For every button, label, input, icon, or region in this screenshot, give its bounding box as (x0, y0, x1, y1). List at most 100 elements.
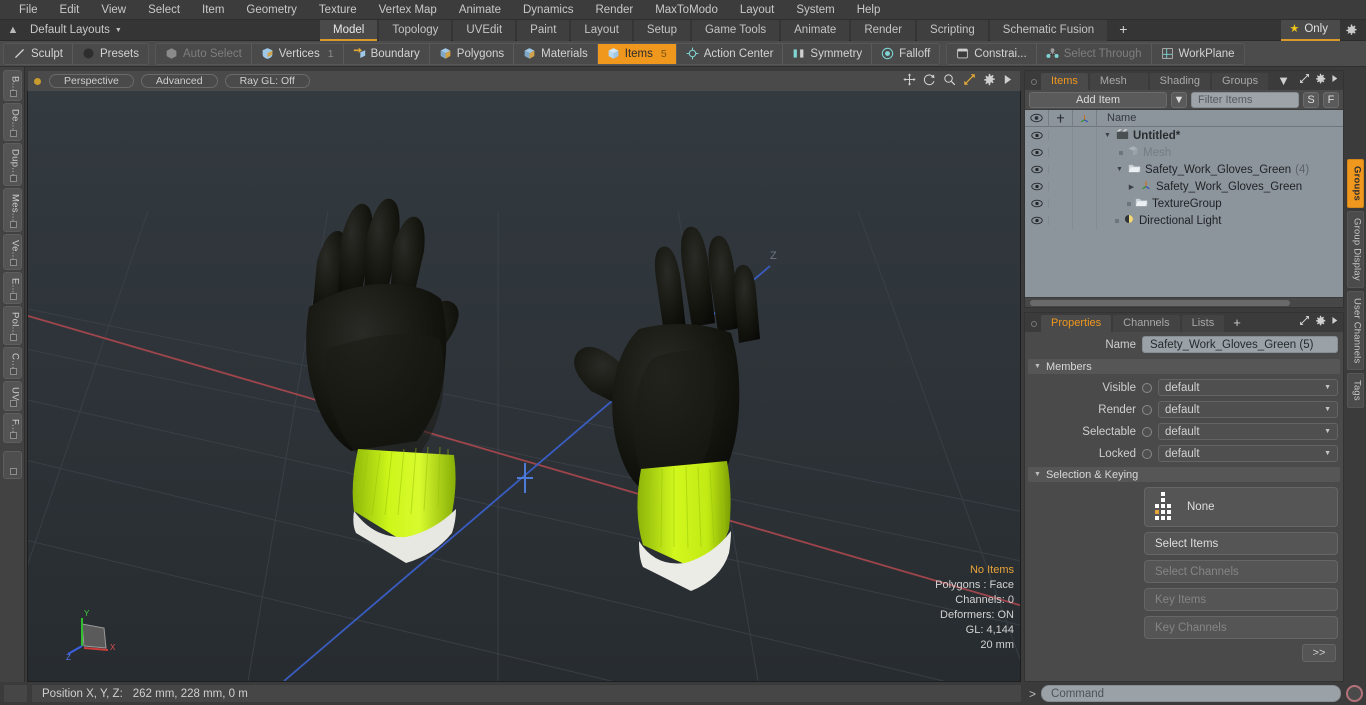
toolbar-action-center[interactable]: Action Center (676, 43, 784, 64)
gear-icon[interactable] (983, 73, 996, 89)
tab-paint[interactable]: Paint (517, 19, 570, 41)
gear-icon[interactable] (1340, 20, 1362, 41)
name-input[interactable]: Safety_Work_Gloves_Green (5) (1142, 336, 1338, 353)
gear-icon[interactable] (1315, 315, 1326, 329)
menu-item-maxtomodo[interactable]: MaxToModo (644, 0, 729, 20)
record-macro-button[interactable] (1346, 685, 1363, 702)
menu-item-render[interactable]: Render (584, 0, 644, 20)
visible-radio[interactable] (1142, 382, 1152, 393)
add-tab-button[interactable]: + (1109, 20, 1137, 41)
axis-cell[interactable] (1073, 212, 1097, 229)
command-input[interactable]: Command (1041, 685, 1341, 702)
left-tab-fusion[interactable]: F... (2, 413, 22, 443)
toolbar-auto-select[interactable]: Auto Select (155, 43, 252, 64)
panel-tab-groups[interactable]: Groups (1212, 73, 1269, 90)
twirl-down-icon[interactable]: ▼ (1103, 132, 1112, 139)
visibility-toggle[interactable] (1025, 131, 1049, 140)
selection-mode-dropdown[interactable]: None (1144, 487, 1338, 527)
menu-item-view[interactable]: View (90, 0, 137, 20)
render-radio[interactable] (1142, 404, 1152, 415)
menu-item-animate[interactable]: Animate (448, 0, 512, 20)
visibility-toggle[interactable] (1025, 165, 1049, 174)
filter-s-button[interactable]: S (1303, 91, 1319, 108)
toolbar-vertices[interactable]: Vertices 1 (251, 43, 344, 64)
panel-tab-properties[interactable]: Properties (1041, 315, 1112, 332)
panel-tab-mesh[interactable]: Mesh ... (1089, 73, 1148, 103)
chevron-down-icon[interactable]: ▼ (115, 27, 122, 34)
menu-item-edit[interactable]: Edit (49, 0, 91, 20)
filter-items-input[interactable]: Filter Items (1191, 91, 1299, 108)
axis-cell[interactable] (1073, 195, 1097, 212)
twirl-right-icon[interactable]: ▶ (1127, 183, 1136, 191)
lock-cell[interactable] (1049, 212, 1073, 229)
filter-f-button[interactable]: F (1323, 91, 1339, 108)
menu-item-item[interactable]: Item (191, 0, 235, 20)
twirl-down-icon[interactable]: ▼ (1115, 166, 1124, 173)
toolbar-workplane[interactable]: WorkPlane (1151, 43, 1244, 64)
axis-cell[interactable] (1073, 127, 1097, 144)
left-tab-polygon[interactable]: Pol... (2, 305, 22, 346)
toolbar-falloff[interactable]: Falloff (872, 43, 940, 64)
panel-tab-lists[interactable]: Lists (1181, 315, 1225, 332)
more-options-button[interactable]: >> (1302, 644, 1336, 662)
left-tab-uv[interactable]: UV (2, 381, 22, 412)
panel-tabs-overflow-icon[interactable]: ▼ (1270, 73, 1297, 90)
panel-tab-items[interactable]: Items (1041, 73, 1088, 90)
menu-item-geometry[interactable]: Geometry (235, 0, 308, 20)
tab-animate[interactable]: Animate (781, 19, 850, 41)
axis-cell[interactable] (1073, 144, 1097, 161)
tree-row-directional-light[interactable]: Directional Light (1025, 212, 1343, 229)
visible-dropdown[interactable]: default ▼ (1158, 379, 1338, 396)
axis-cell[interactable] (1073, 178, 1097, 195)
toolbar-symmetry[interactable]: Symmetry (783, 43, 873, 64)
viewport-view-mode[interactable]: Perspective (49, 74, 134, 88)
toolbar-constraints[interactable]: Constrai... (947, 43, 1037, 64)
magnify-icon[interactable] (943, 73, 956, 89)
left-tab-vertex[interactable]: Ve... (2, 233, 22, 271)
lock-cell[interactable] (1049, 161, 1073, 178)
add-properties-tab-button[interactable]: + (1226, 315, 1248, 332)
menu-item-texture[interactable]: Texture (308, 0, 368, 20)
viewport-menu-dot-icon[interactable] (34, 77, 41, 85)
layout-selector[interactable]: ▲ Default Layouts ▼ (0, 24, 320, 36)
left-tab-curve[interactable]: C... (2, 347, 22, 380)
left-tab-edge[interactable]: E... (2, 272, 22, 304)
fit-icon[interactable] (963, 73, 976, 89)
axis-cell[interactable] (1073, 161, 1097, 178)
panel-menu-dot-icon[interactable] (1031, 79, 1037, 85)
members-section-header[interactable]: ▼ Members (1028, 359, 1340, 374)
rotate-icon[interactable] (923, 73, 936, 89)
left-tab-extra[interactable] (2, 450, 22, 479)
left-tab-mesh[interactable]: Mes... (2, 188, 22, 232)
items-tree[interactable]: ▼ Untitled* Mesh ▼ Safety_Work_Gloves_Gr… (1025, 127, 1343, 307)
visibility-toggle[interactable] (1025, 216, 1049, 225)
status-left-box[interactable] (3, 684, 28, 703)
select-items-button[interactable]: Select Items (1144, 532, 1338, 555)
panel-tab-channels[interactable]: Channels (1113, 315, 1180, 332)
column-axis-icon[interactable] (1073, 109, 1097, 127)
expand-icon[interactable] (1299, 315, 1310, 329)
menu-item-help[interactable]: Help (846, 0, 892, 20)
visibility-toggle[interactable] (1025, 199, 1049, 208)
visibility-toggle[interactable] (1025, 148, 1049, 157)
selection-keying-section-header[interactable]: ▼ Selection & Keying (1028, 467, 1340, 482)
toolbar-select-through[interactable]: Select Through (1036, 43, 1152, 64)
lock-cell[interactable] (1049, 178, 1073, 195)
tree-row-locator[interactable]: ▶ Safety_Work_Gloves_Green (1025, 178, 1343, 195)
left-tab-deform[interactable]: De... (2, 103, 22, 142)
viewport-3d[interactable]: Z No Items Polygons: Face Channels: 0 D… (27, 91, 1021, 682)
toolbar-items[interactable]: Items 5 (597, 43, 677, 64)
play-arrow-icon[interactable] (1003, 74, 1012, 88)
lock-cell[interactable] (1049, 195, 1073, 212)
viewport-raygl-toggle[interactable]: Ray GL: Off (224, 74, 310, 88)
column-lock-icon[interactable] (1049, 109, 1073, 127)
tree-row-mesh[interactable]: Mesh (1025, 144, 1343, 161)
toolbar-materials[interactable]: Materials (514, 43, 598, 64)
selectable-radio[interactable] (1142, 426, 1152, 437)
menu-item-vertex-map[interactable]: Vertex Map (368, 0, 448, 20)
column-visibility-icon[interactable] (1025, 109, 1049, 127)
right-tab-group-display[interactable]: Group Display (1346, 210, 1364, 288)
locked-dropdown[interactable]: default ▼ (1158, 445, 1338, 462)
selectable-dropdown[interactable]: default ▼ (1158, 423, 1338, 440)
menu-item-system[interactable]: System (785, 0, 845, 20)
